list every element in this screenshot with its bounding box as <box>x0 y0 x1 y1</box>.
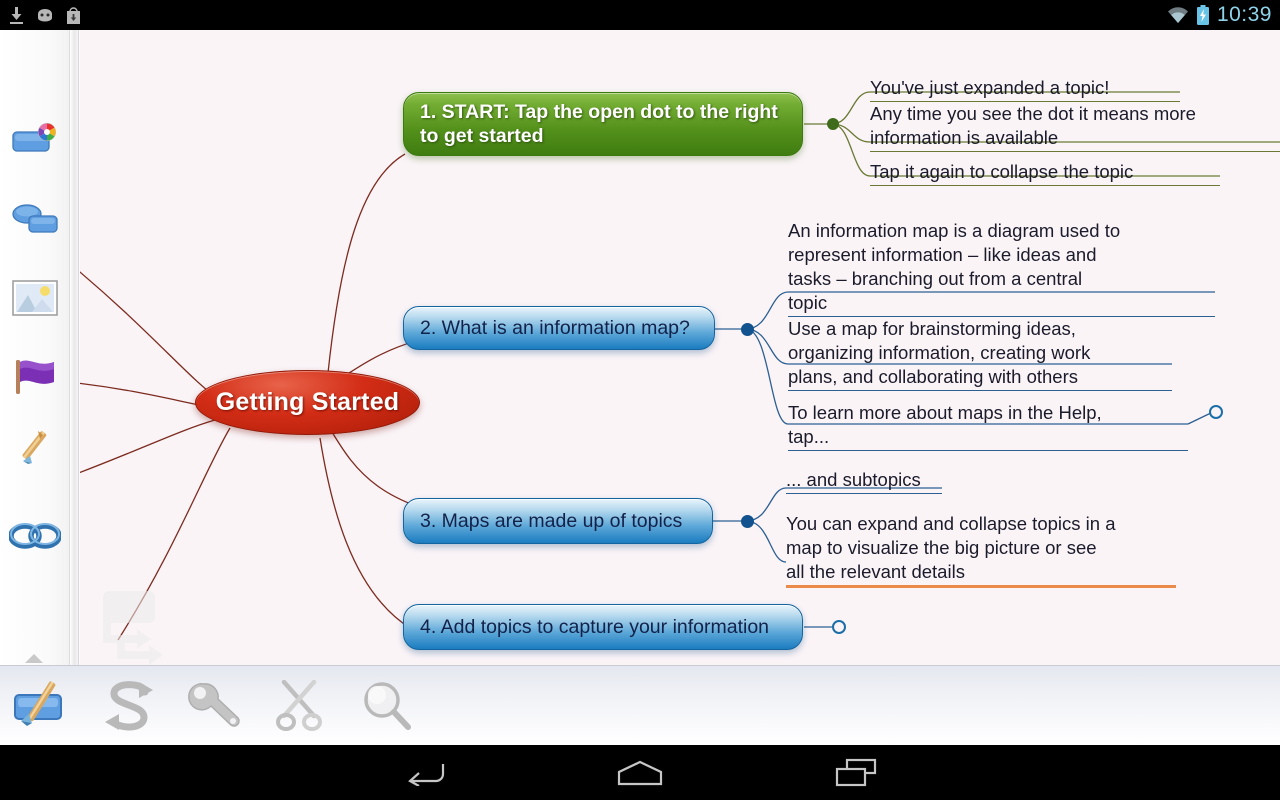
topic-1-subtopic-2-text: Any time you see the dot it means more i… <box>870 103 1196 148</box>
format-brush-button[interactable] <box>0 674 86 738</box>
wifi-icon <box>1167 6 1188 23</box>
android-status-bar: 10:39 <box>0 0 1280 30</box>
topic-3-subtopic-2[interactable]: You can expand and collapse topics in a … <box>786 512 1178 588</box>
app-window: Getting Started 1. START: Tap the open d… <box>0 30 1280 745</box>
add-subtopic-ghost-icon <box>103 591 163 665</box>
topic-2-node[interactable]: 2. What is an information map? <box>403 306 715 350</box>
topic-4-collapsed-dot[interactable] <box>832 620 846 634</box>
topic-1-subtopic-3-text: Tap it again to collapse the topic <box>870 161 1134 182</box>
topic-3-subtopic-1-text: ... and subtopics <box>786 469 921 490</box>
topic-4-label: 4. Add topics to capture your informatio… <box>420 616 770 638</box>
topic-2-expand-dot[interactable] <box>741 323 754 336</box>
format-brush-icon <box>14 681 62 726</box>
central-topic[interactable]: Getting Started <box>195 370 420 435</box>
topic-3-node[interactable]: 3. Maps are made up of topics <box>403 498 713 544</box>
topic-1-subtopic-3-rule <box>870 185 1220 186</box>
topic-shape-tool[interactable] <box>6 190 64 246</box>
download-icon <box>10 6 23 24</box>
map-canvas[interactable]: Getting Started 1. START: Tap the open d… <box>80 30 1280 665</box>
topic-3-subtopic-1-rule <box>786 493 942 494</box>
back-arrow-icon <box>408 763 445 786</box>
scissors-icon <box>276 680 322 731</box>
topic-1-expand-dot[interactable] <box>827 118 839 130</box>
magnifier-icon <box>364 682 411 730</box>
home-icon <box>617 760 663 785</box>
central-topic-label: Getting Started <box>215 388 400 416</box>
status-right-icons: 10:39 <box>1167 0 1272 30</box>
recents-icon <box>835 758 877 786</box>
tools-button[interactable] <box>172 674 258 738</box>
link-chain-icon <box>9 523 61 549</box>
topic-2-subtopic-3[interactable]: To learn more about maps in the Help, ta… <box>788 401 1188 451</box>
undo-redo-arrow-icon <box>105 681 153 731</box>
topic-2-subtopic-2-rule <box>788 390 1172 391</box>
topic-2-subtopic-3-collapsed-dot[interactable] <box>1209 405 1223 419</box>
nav-home-button[interactable] <box>580 745 700 800</box>
topic-1-label: 1. START: Tap the open dot to the right … <box>420 101 778 147</box>
nav-recents-button[interactable] <box>796 745 916 800</box>
wrench-icon <box>188 683 240 727</box>
topic-2-subtopic-2-text: Use a map for brainstorming ideas, organ… <box>788 318 1091 387</box>
topic-4-node[interactable]: 4. Add topics to capture your informatio… <box>403 604 803 650</box>
topic-3-expand-dot[interactable] <box>741 515 754 528</box>
topic-1-subtopic-2[interactable]: Any time you see the dot it means more i… <box>870 102 1280 152</box>
link-tool[interactable] <box>6 508 64 564</box>
topic-1-subtopic-2-rule <box>870 151 1280 152</box>
android-head-icon <box>38 9 52 22</box>
topic-2-label: 2. What is an information map? <box>420 317 690 339</box>
topic-shape-icon <box>12 204 58 233</box>
cut-button[interactable] <box>258 674 344 738</box>
topic-1-subtopic-1-text: You've just expanded a topic! <box>870 77 1110 98</box>
image-tool[interactable] <box>6 270 64 326</box>
topic-1-subtopic-1[interactable]: You've just expanded a topic! <box>870 76 1280 102</box>
undo-redo-button[interactable] <box>86 674 172 738</box>
android-navigation-bar <box>0 745 1280 800</box>
screen: 10:39 Getting Started 1. START: Tap the … <box>0 0 1280 800</box>
topic-1-node[interactable]: 1. START: Tap the open dot to the right … <box>403 92 803 156</box>
topic-3-label: 3. Maps are made up of topics <box>420 510 683 532</box>
topic-color-tool[interactable] <box>6 112 64 168</box>
flag-marker-tool[interactable] <box>6 348 64 404</box>
topic-3-subtopic-2-rule <box>786 585 1176 588</box>
topic-2-subtopic-3-text: To learn more about maps in the Help, ta… <box>788 402 1102 447</box>
pen-tool[interactable] <box>6 424 64 480</box>
play-store-download-icon <box>67 6 80 24</box>
flag-icon <box>16 360 54 394</box>
rail-more-caret-icon[interactable] <box>25 654 43 663</box>
pen-icon <box>22 431 47 464</box>
image-icon <box>12 280 58 316</box>
bottom-toolbar <box>0 665 1280 745</box>
left-tool-rail <box>0 30 70 665</box>
topic-2-subtopic-1-text: An information map is a diagram used to … <box>788 220 1121 313</box>
topic-3-subtopic-1[interactable]: ... and subtopics <box>786 468 956 494</box>
topic-2-subtopic-2[interactable]: Use a map for brainstorming ideas, organ… <box>788 317 1178 391</box>
battery-charging-icon <box>1196 5 1209 25</box>
canvas-vertical-divider[interactable] <box>70 30 79 665</box>
status-clock: 10:39 <box>1216 3 1272 26</box>
topic-color-icon <box>12 123 56 152</box>
topic-2-subtopic-3-rule <box>788 450 1188 451</box>
topic-2-subtopic-1[interactable]: An information map is a diagram used to … <box>788 219 1218 317</box>
status-left-icons <box>8 0 82 30</box>
nav-back-button[interactable] <box>365 745 485 800</box>
topic-3-subtopic-2-text: You can expand and collapse topics in a … <box>786 513 1116 582</box>
topic-1-subtopic-3[interactable]: Tap it again to collapse the topic <box>870 160 1280 186</box>
zoom-search-button[interactable] <box>344 674 430 738</box>
